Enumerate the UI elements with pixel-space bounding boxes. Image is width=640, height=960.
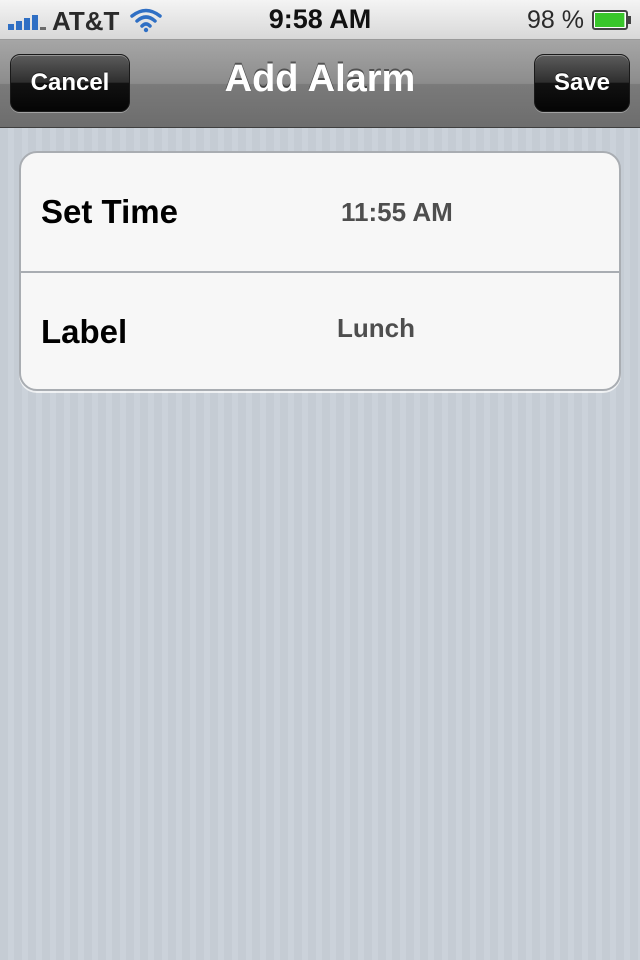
status-bar: AT&T 9:58 AM 98 % bbox=[0, 0, 640, 40]
navigation-bar: Cancel Add Alarm Save bbox=[0, 40, 640, 128]
battery-icon bbox=[592, 10, 631, 30]
cancel-button[interactable]: Cancel bbox=[10, 54, 130, 112]
page-title: Add Alarm bbox=[224, 58, 416, 100]
set-time-value: 11:55 AM bbox=[341, 197, 453, 227]
save-button[interactable]: Save bbox=[534, 54, 630, 112]
label-label: Label bbox=[41, 313, 128, 350]
label-value: Lunch bbox=[337, 313, 415, 343]
set-time-row[interactable]: Set Time 11:55 AM bbox=[21, 153, 619, 273]
set-time-label: Set Time bbox=[41, 193, 178, 230]
battery-percentage: 98 % bbox=[527, 6, 584, 34]
alarm-settings-table: Set Time 11:55 AM Label Lunch bbox=[19, 151, 621, 391]
label-row[interactable]: Label Lunch bbox=[21, 273, 619, 389]
